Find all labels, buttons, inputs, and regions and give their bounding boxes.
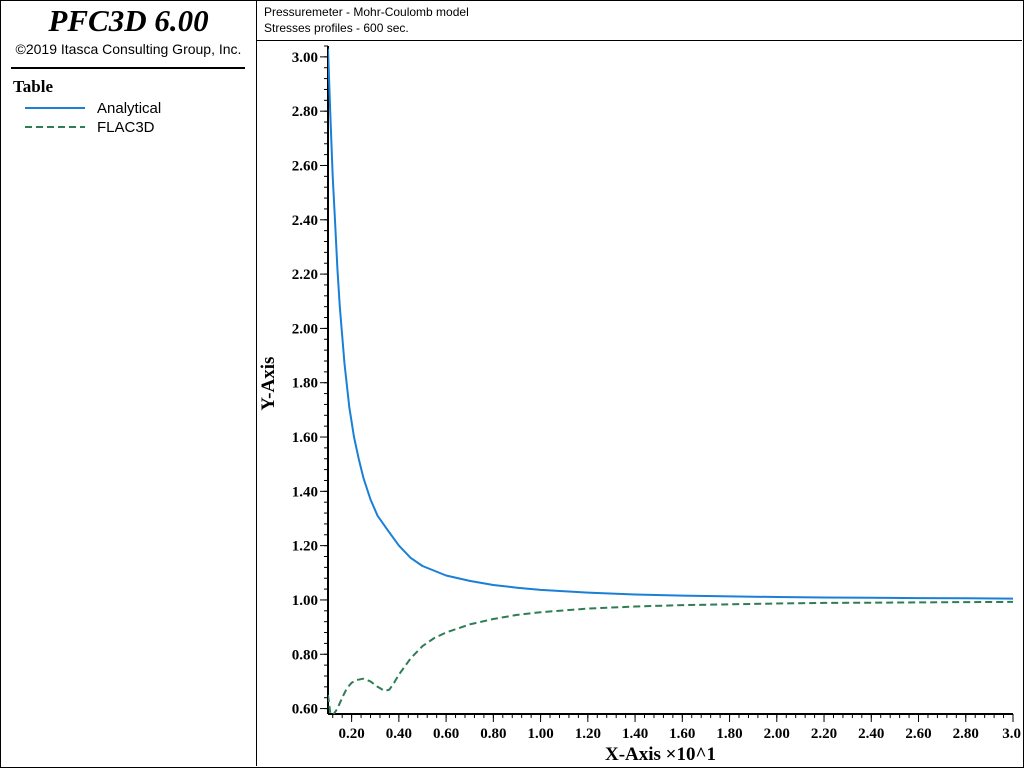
y-tick-label: 2.80: [292, 104, 318, 120]
x-tick-label: 2.60: [905, 726, 931, 742]
plot-title: Pressuremeter - Mohr-Coulomb model: [264, 5, 469, 19]
solid-line-icon: [25, 107, 85, 109]
y-tick-label: 1.80: [292, 376, 318, 392]
plot-subtitle: Stresses profiles - 600 sec.: [264, 21, 409, 35]
y-tick-label: 1.40: [292, 484, 318, 500]
dashed-line-icon: [25, 126, 85, 128]
copyright-text: ©2019 Itasca Consulting Group, Inc.: [15, 41, 242, 57]
line-chart: 0.60 0.80 1.00 1.20 1.40 1.60 1.80 2.00 2.20 2.40…: [258, 45, 1021, 765]
y-tick-label: 2.60: [292, 158, 318, 174]
x-tick-label: 2.40: [858, 726, 884, 742]
x-tick-label: 1.60: [669, 726, 695, 742]
x-tick-label: 1.00: [527, 726, 553, 742]
x-axis-label: X-Axis ×10^1: [605, 744, 716, 765]
product-title: PFC3D 6.00: [48, 3, 209, 38]
x-tick-label: 2.00: [764, 726, 790, 742]
y-tick-label: 0.80: [292, 647, 318, 663]
y-tick-label: 2.20: [292, 267, 318, 283]
y-tick-label: 3.00: [292, 50, 318, 66]
divider: [11, 67, 245, 69]
legend-panel: PFC3D 6.00 ©2019 Itasca Consulting Group…: [1, 1, 257, 766]
x-tick-label: 1.40: [622, 726, 648, 742]
x-tick-label: 0.80: [480, 726, 506, 742]
legend-label: FLAC3D: [97, 119, 155, 136]
x-tick-label: 0.20: [338, 726, 364, 742]
y-tick-label: 1.00: [292, 593, 318, 609]
x-tick-label: 3.0: [1002, 726, 1021, 742]
y-tick-label: 2.40: [292, 213, 318, 229]
x-tick-label: 1.20: [575, 726, 601, 742]
plot-header: Pressuremeter - Mohr-Coulomb model Stres…: [257, 1, 1022, 41]
series-line-analytical: [328, 48, 1014, 600]
legend-label: Analytical: [97, 100, 162, 117]
legend-title: Table: [13, 77, 54, 96]
x-tick-label: 2.80: [953, 726, 979, 742]
x-tick-label: 0.40: [386, 726, 412, 742]
series-line-flac3d: [328, 600, 1014, 714]
y-tick-label: 1.60: [292, 430, 318, 446]
x-tick-label: 1.80: [716, 726, 742, 742]
x-tick-label: 2.20: [811, 726, 837, 742]
y-axis-label: Y-Axis: [258, 357, 279, 411]
y-tick-label: 2.00: [292, 321, 318, 337]
y-tick-label: 1.20: [292, 539, 318, 555]
x-tick-label: 0.60: [433, 726, 459, 742]
y-tick-label: 0.60: [292, 702, 318, 718]
